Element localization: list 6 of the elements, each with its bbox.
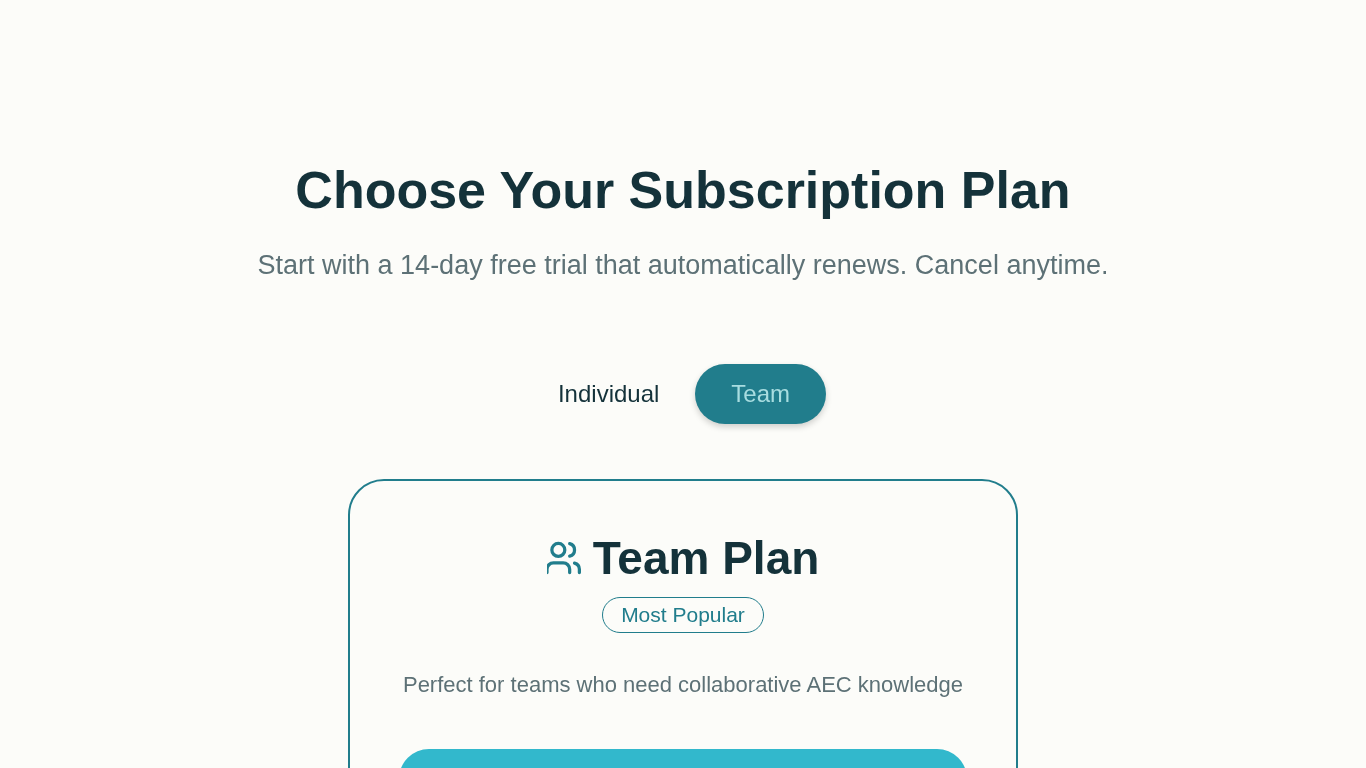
plan-tab[interactable]: Individual <box>539 364 678 424</box>
page-title: Choose Your Subscription Plan <box>295 160 1071 220</box>
page-subtitle: Start with a 14-day free trial that automatically renews. Cancel anytime. <box>257 249 1109 282</box>
plan-description: Perfect for teams who need collaborative AEC knowledge <box>402 671 964 699</box>
users-icon <box>546 541 581 575</box>
plan-title: Team Plan <box>592 531 820 585</box>
